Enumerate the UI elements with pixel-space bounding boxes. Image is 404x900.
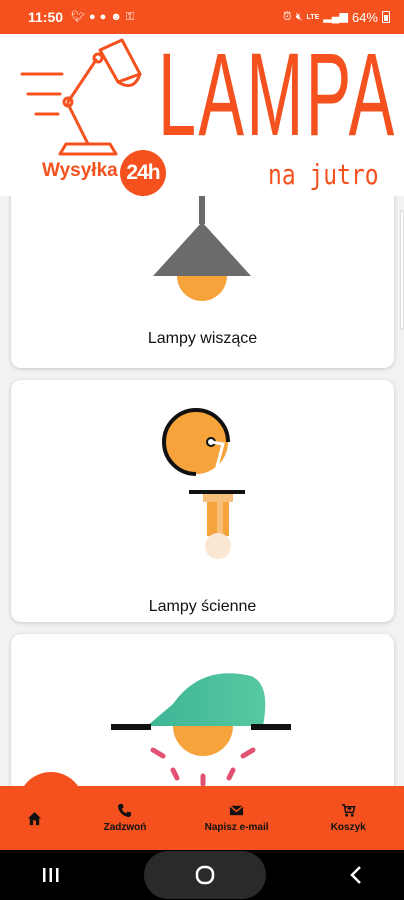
app-header: LAMPA na jutro Wysyłka 24h bbox=[0, 34, 404, 196]
ceiling-lamp-icon bbox=[111, 673, 291, 786]
pendant-lamp-icon bbox=[153, 196, 251, 301]
nav-call[interactable]: Zadzwoń bbox=[69, 786, 181, 850]
cart-icon bbox=[341, 804, 356, 817]
wall-lamp-icon bbox=[162, 408, 245, 559]
nav-home[interactable] bbox=[0, 786, 69, 850]
home-icon bbox=[28, 811, 42, 825]
scrollbar-thumb[interactable] bbox=[400, 210, 404, 330]
brand-title: LAMPA bbox=[158, 29, 397, 161]
phone-icon bbox=[118, 803, 132, 818]
back-button[interactable] bbox=[350, 866, 362, 884]
category-label: Lampy ścienne bbox=[148, 598, 257, 615]
key-icon: ⚿ bbox=[125, 10, 135, 23]
messenger-icon: ● bbox=[99, 10, 107, 23]
twitter-icon: 🐦︎ bbox=[71, 10, 86, 23]
nav-email[interactable]: Napisz e-mail bbox=[181, 786, 293, 850]
lte-icon: LTE bbox=[306, 13, 320, 21]
back-icon bbox=[350, 866, 361, 884]
category-card-wall[interactable]: Lampy ścienne bbox=[11, 380, 394, 622]
face-icon: ☻ bbox=[110, 10, 122, 23]
home-button[interactable] bbox=[144, 851, 266, 899]
nav-cart-label: Koszyk bbox=[330, 822, 366, 833]
shipping-badge: 24h bbox=[120, 150, 166, 196]
battery-text: 64% bbox=[351, 9, 378, 25]
category-card-ceiling[interactable] bbox=[11, 634, 394, 786]
alarm-icon: ⏰︎ bbox=[283, 10, 292, 23]
bottom-nav: Zadzwoń Napisz e-mail Koszyk bbox=[0, 786, 404, 850]
brand-tagline: na jutro bbox=[268, 158, 379, 191]
signal-icon: ▂▄▆ bbox=[323, 10, 348, 23]
shipping-label: Wysyłka bbox=[42, 160, 118, 181]
home-button-icon bbox=[195, 865, 215, 885]
system-nav bbox=[0, 850, 404, 900]
category-card-pendant[interactable]: Lampy wiszące bbox=[11, 196, 394, 368]
battery-icon bbox=[382, 11, 390, 23]
nav-email-label: Napisz e-mail bbox=[204, 822, 269, 833]
mail-icon bbox=[229, 805, 244, 816]
messenger-icon: ● bbox=[89, 10, 96, 23]
nav-cart[interactable]: Koszyk bbox=[292, 786, 404, 850]
recents-icon bbox=[43, 868, 59, 882]
recents-button[interactable] bbox=[42, 867, 60, 883]
mute-icon: 🔇︎ bbox=[295, 10, 303, 23]
status-right: ⏰︎ 🔇︎ LTE ▂▄▆ 64% bbox=[283, 11, 390, 24]
status-time: 11:50 bbox=[28, 9, 64, 25]
nav-call-label: Zadzwoń bbox=[103, 822, 147, 833]
status-left: 11:50 🐦︎ ● ● ☻ ⚿ bbox=[28, 9, 134, 25]
category-list[interactable]: Lampy wiszące Lampy ścienne bbox=[0, 196, 404, 786]
category-label: Lampy wiszące bbox=[147, 330, 258, 347]
